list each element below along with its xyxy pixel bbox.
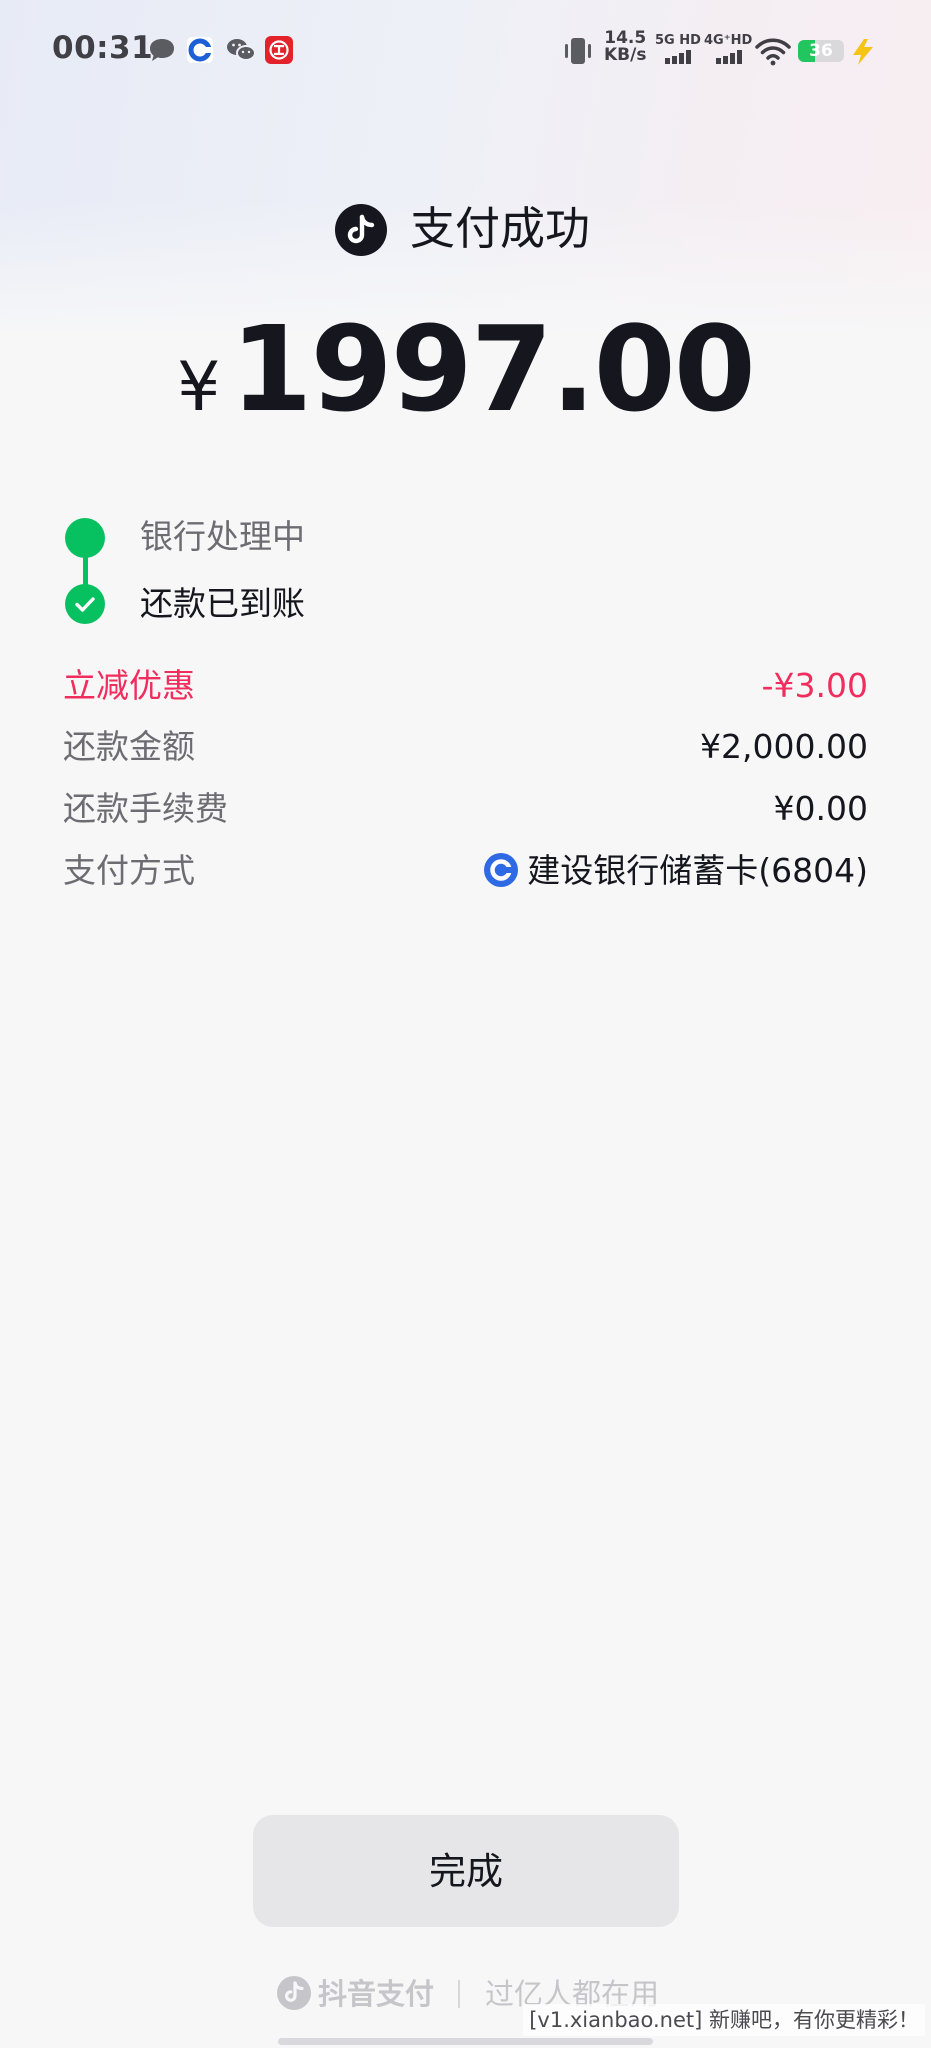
sim2-label: 4G⁺HD (704, 33, 753, 48)
net-speed: 14.5 KB/s (604, 30, 646, 64)
footer-divider (458, 1980, 460, 2008)
fee-value: ¥0.00 (773, 789, 868, 828)
amount-value: 1997.00 (230, 300, 755, 438)
done-button[interactable]: 完成 (253, 1815, 679, 1927)
detail-row-repayment-amount: 还款金额 ¥2,000.00 (63, 723, 868, 771)
discount-label: 立减优惠 (63, 666, 195, 705)
citic-bank-icon (265, 36, 293, 64)
wifi-icon (755, 38, 791, 66)
payment-amount: ¥1997.00 (0, 300, 931, 438)
battery-level: 36 (809, 41, 833, 61)
ccb-bank-icon (187, 37, 213, 63)
douyin-note-icon (347, 214, 375, 244)
repayment-amount-value: ¥2,000.00 (700, 727, 868, 766)
sim1-label: 5G HD (655, 33, 701, 48)
watermark-text: [v1.xianbao.net] 新赚吧，有你更精彩！ (523, 2004, 925, 2036)
step-label-processing: 银行处理中 (140, 517, 305, 556)
footer-brand: 抖音支付 (318, 1977, 435, 2011)
checkmark-icon (75, 597, 95, 612)
step-dot (65, 518, 105, 558)
detail-row-payment-method: 支付方式 建设银行储蓄卡(6804) (63, 847, 868, 895)
net-speed-unit: KB/s (604, 45, 647, 65)
douyin-pay-footer-icon (277, 1976, 311, 2010)
douyin-pay-logo (335, 204, 387, 256)
repayment-amount-label: 还款金额 (63, 727, 195, 766)
status-time: 00:31 (52, 30, 154, 66)
payment-method-label: 支付方式 (63, 851, 195, 890)
status-bar: 00:31 14.5 KB/s 5G HD 4G⁺HD 36 (0, 0, 931, 100)
step-check (65, 584, 105, 624)
fee-label: 还款手续费 (63, 789, 228, 828)
page-title: 支付成功 (410, 202, 591, 255)
payment-method-value: 建设银行储蓄卡(6804) (483, 847, 868, 895)
discount-value: -¥3.00 (761, 666, 868, 705)
detail-row-discount: 立减优惠 -¥3.00 (63, 662, 868, 710)
battery-indicator: 36 (798, 40, 844, 62)
step-label-arrived: 还款已到账 (140, 584, 305, 623)
home-indicator[interactable] (278, 2038, 653, 2045)
message-icon (150, 39, 174, 61)
sim1-signal-icon (665, 50, 691, 64)
currency-symbol: ¥ (177, 348, 221, 427)
vibrate-icon (565, 38, 591, 64)
payment-method-text: 建设银行储蓄卡(6804) (527, 851, 868, 890)
ccb-bank-icon (484, 853, 519, 887)
detail-row-fee: 还款手续费 ¥0.00 (63, 785, 868, 833)
sim2-signal-icon (716, 50, 742, 64)
charging-bolt-icon (853, 39, 873, 65)
wechat-icon (227, 39, 256, 61)
